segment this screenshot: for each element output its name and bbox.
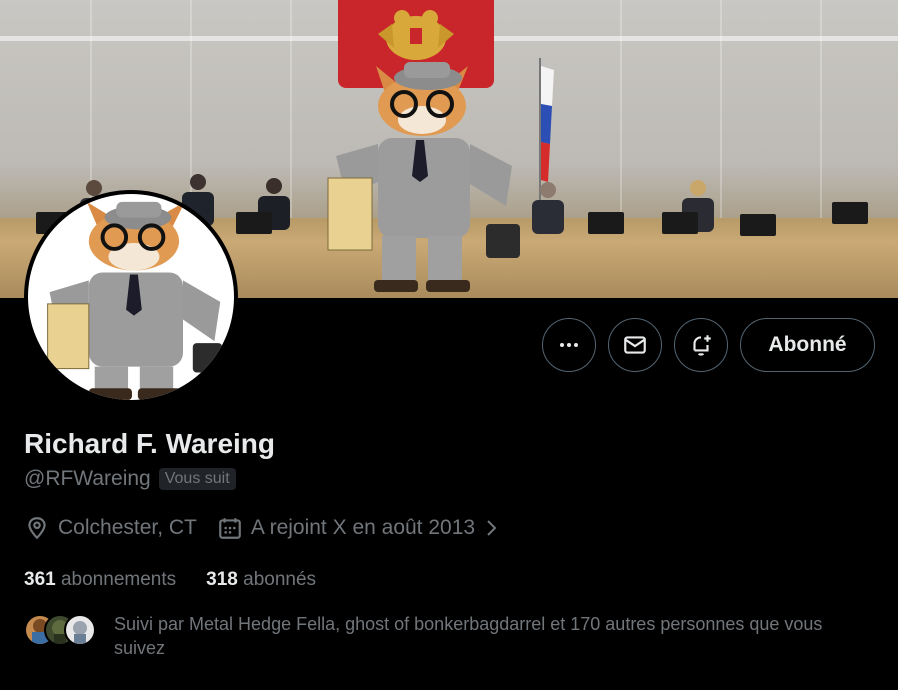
location-pin-icon (28, 517, 46, 540)
desk-monitor (662, 212, 698, 234)
desk-monitor (740, 214, 776, 236)
followers-label: abonnés (243, 569, 317, 590)
banner-wall-panel (720, 0, 722, 220)
more-icon (560, 343, 578, 347)
desk-monitor (832, 202, 868, 224)
banner-wall-panel (820, 0, 822, 220)
calendar-icon (219, 518, 241, 539)
notifications-button[interactable] (674, 318, 728, 372)
desk-monitor (236, 212, 272, 234)
more-options-button[interactable] (542, 318, 596, 372)
seated-person (532, 182, 564, 234)
following-count: 361 (24, 569, 56, 590)
following-label: abonnements (60, 569, 177, 590)
banner-wall-panel (620, 0, 622, 220)
joined-text: A rejoint X en août 2013 (250, 516, 476, 539)
follows-you-badge: Vous suit (158, 468, 236, 490)
follow-stats: 361 abonnements 318 abonnés (24, 569, 316, 591)
display-name: Richard F. Wareing (24, 428, 276, 459)
desk-monitor (588, 212, 624, 234)
following-stat[interactable]: 361 abonnements (24, 569, 176, 591)
followers-stat[interactable]: 318 abonnés (206, 569, 316, 591)
chevron-right-icon (487, 520, 497, 536)
joined-item[interactable]: A rejoint X en août 2013 (217, 515, 501, 541)
profile-avatar[interactable] (24, 190, 238, 404)
profile-meta: Colchester, CT A rejoint X en août 2013 (24, 515, 501, 541)
followed-by-avatars (24, 612, 100, 648)
message-button[interactable] (608, 318, 662, 372)
location-item: Colchester, CT (24, 515, 197, 541)
follower-avatar (64, 614, 96, 646)
followed-by-section[interactable]: Suivi par Metal Hedge Fella, ghost of bo… (24, 612, 874, 660)
location-text: Colchester, CT (58, 516, 197, 539)
bell-plus-icon (693, 335, 711, 356)
followed-by-text: Suivi par Metal Hedge Fella, ghost of bo… (114, 614, 823, 658)
user-handle: @RFWareing (24, 467, 151, 490)
followers-count: 318 (206, 569, 238, 590)
avatar-suited-dog-image (47, 201, 223, 400)
mail-icon (624, 336, 646, 354)
suited-dog-figure (327, 62, 520, 292)
following-button[interactable]: Abonné (740, 318, 875, 372)
handle-row: @RFWareing Vous suit (24, 467, 236, 491)
